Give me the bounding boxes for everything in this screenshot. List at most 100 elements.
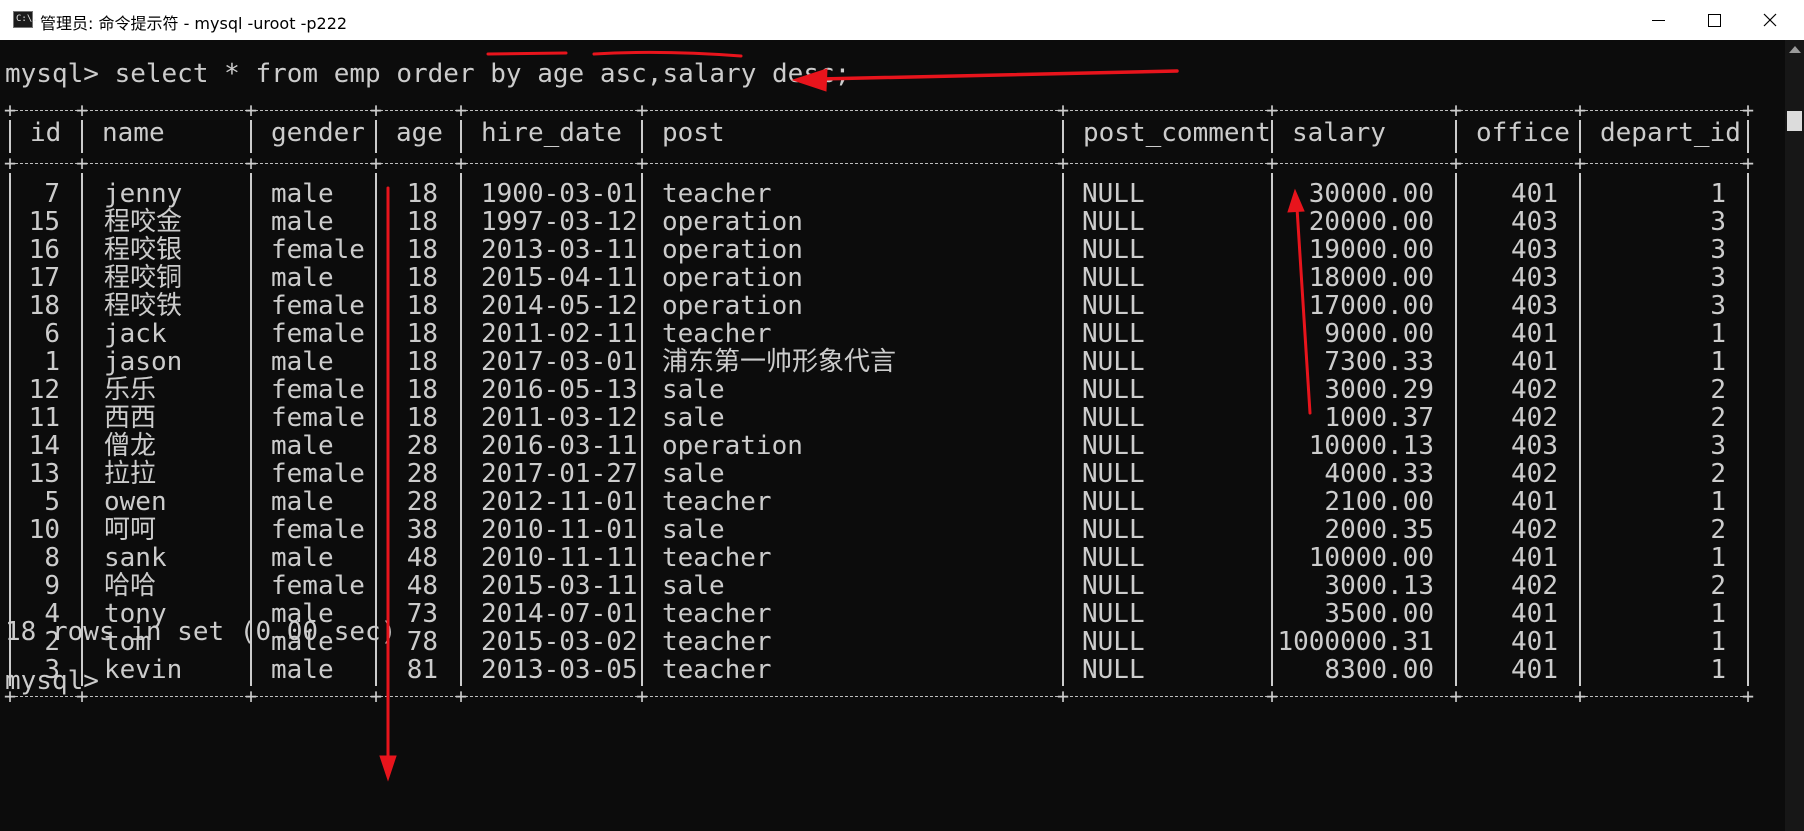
cell-salary: 9000.00 bbox=[1324, 319, 1434, 349]
cell-depart-id: 1 bbox=[1710, 627, 1726, 657]
cell-gender: male bbox=[271, 207, 334, 237]
cell-post: teacher bbox=[662, 319, 772, 349]
cell-id: 6 bbox=[44, 319, 60, 349]
cell-age: 18 bbox=[406, 375, 438, 405]
scrollbar-thumb[interactable] bbox=[1787, 111, 1802, 131]
cell-salary: 4000.33 bbox=[1324, 459, 1434, 489]
table-border-pipe bbox=[375, 173, 377, 686]
cell-post-comment: NULL bbox=[1082, 375, 1145, 405]
cell-hire-date: 2011-03-12 bbox=[481, 403, 638, 433]
table-border-corner: + bbox=[370, 151, 383, 175]
column-header-gender: gender bbox=[271, 118, 365, 148]
table-border-corner: + bbox=[1742, 98, 1755, 122]
cell-depart-id: 1 bbox=[1710, 543, 1726, 573]
cell-hire-date: 2013-03-11 bbox=[481, 235, 638, 265]
cell-name: 程咬银 bbox=[104, 235, 183, 265]
window-title: 管理员: 命令提示符 - mysql -uroot -p222 bbox=[40, 14, 348, 33]
cell-hire-date: 2015-04-11 bbox=[481, 263, 638, 293]
cell-salary: 19000.00 bbox=[1308, 235, 1434, 265]
cell-depart-id: 2 bbox=[1710, 375, 1726, 405]
table-border-pipe bbox=[1271, 120, 1273, 153]
cell-id: 7 bbox=[44, 179, 60, 209]
cell-hire-date: 2016-05-13 bbox=[481, 375, 638, 405]
cell-name: jason bbox=[104, 347, 183, 377]
table-border-corner: + bbox=[245, 684, 258, 708]
table-border-pipe bbox=[250, 173, 252, 686]
cell-office: 401 bbox=[1511, 655, 1558, 685]
title-bar[interactable]: C:\. 管理员: 命令提示符 - mysql -uroot -p222 bbox=[0, 0, 1804, 41]
cell-depart-id: 1 bbox=[1710, 179, 1726, 209]
cell-hire-date: 2010-11-01 bbox=[481, 515, 638, 545]
cell-name: 哈哈 bbox=[104, 571, 157, 601]
cell-gender: female bbox=[271, 291, 365, 321]
column-header-post-comment: post_comment bbox=[1083, 118, 1271, 148]
cell-office: 402 bbox=[1511, 459, 1558, 489]
cell-hire-date: 2010-11-11 bbox=[481, 543, 638, 573]
cell-office: 403 bbox=[1511, 263, 1558, 293]
terminal-output[interactable]: mysql> select * from emp order by age as… bbox=[0, 40, 1785, 831]
cell-name: 乐乐 bbox=[104, 375, 157, 405]
cell-depart-id: 2 bbox=[1710, 403, 1726, 433]
cell-gender: female bbox=[271, 571, 365, 601]
cell-post: teacher bbox=[662, 599, 772, 629]
cell-id: 16 bbox=[28, 235, 60, 265]
close-button[interactable] bbox=[1742, 0, 1798, 40]
cell-age: 18 bbox=[406, 235, 438, 265]
cell-name: owen bbox=[104, 487, 167, 517]
cell-depart-id: 1 bbox=[1710, 319, 1726, 349]
table-border-pipe bbox=[250, 120, 252, 153]
column-header-id: id bbox=[30, 118, 62, 148]
cell-post: 浦东第一帅形象代言 bbox=[662, 347, 897, 377]
cell-hire-date: 2017-03-01 bbox=[481, 347, 638, 377]
cell-name: 拉拉 bbox=[104, 459, 157, 489]
vertical-scrollbar[interactable] bbox=[1785, 40, 1804, 831]
cell-depart-id: 3 bbox=[1710, 431, 1726, 461]
table-border-pipe bbox=[1455, 173, 1457, 686]
cell-age: 28 bbox=[406, 431, 438, 461]
cell-name: sank bbox=[104, 543, 167, 573]
command-line: mysql> select * from emp order by age as… bbox=[5, 59, 851, 89]
column-header-name: name bbox=[102, 118, 165, 148]
column-header-depart-id: depart_id bbox=[1600, 118, 1741, 148]
cell-post-comment: NULL bbox=[1082, 319, 1145, 349]
cell-id: 12 bbox=[28, 375, 60, 405]
cell-salary: 3500.00 bbox=[1324, 599, 1434, 629]
cell-age: 48 bbox=[406, 543, 438, 573]
cell-gender: male bbox=[271, 347, 334, 377]
cell-hire-date: 2013-03-05 bbox=[481, 655, 638, 685]
cell-hire-date: 2015-03-11 bbox=[481, 571, 638, 601]
table-border-corner: + bbox=[1742, 151, 1755, 175]
cell-gender: male bbox=[271, 655, 334, 685]
cell-office: 402 bbox=[1511, 571, 1558, 601]
cell-post: sale bbox=[662, 375, 725, 405]
cell-name: kevin bbox=[104, 655, 183, 685]
maximize-button[interactable] bbox=[1686, 0, 1742, 40]
column-header-post: post bbox=[662, 118, 725, 148]
cell-post: teacher bbox=[662, 487, 772, 517]
cell-office: 401 bbox=[1511, 347, 1558, 377]
cell-age: 18 bbox=[406, 347, 438, 377]
cell-post-comment: NULL bbox=[1082, 487, 1145, 517]
cell-gender: female bbox=[271, 375, 365, 405]
cell-office: 403 bbox=[1511, 235, 1558, 265]
cell-gender: female bbox=[271, 403, 365, 433]
cell-post: teacher bbox=[662, 179, 772, 209]
minimize-button[interactable] bbox=[1630, 0, 1686, 40]
cell-salary: 1000000.31 bbox=[1277, 627, 1434, 657]
cell-hire-date: 2011-02-11 bbox=[481, 319, 638, 349]
table-border-line bbox=[10, 163, 1748, 164]
cell-depart-id: 1 bbox=[1710, 655, 1726, 685]
cell-depart-id: 1 bbox=[1710, 487, 1726, 517]
cell-post-comment: NULL bbox=[1082, 543, 1145, 573]
column-header-hire-date: hire_date bbox=[481, 118, 622, 148]
cell-gender: male bbox=[271, 179, 334, 209]
maximize-icon bbox=[1707, 13, 1721, 27]
table-border-pipe bbox=[460, 173, 462, 686]
cell-hire-date: 2014-07-01 bbox=[481, 599, 638, 629]
cell-name: jack bbox=[104, 319, 167, 349]
cell-salary: 2100.00 bbox=[1324, 487, 1434, 517]
scroll-up-icon[interactable] bbox=[1789, 46, 1801, 53]
cell-name: 程咬铜 bbox=[104, 263, 183, 293]
cell-post: teacher bbox=[662, 627, 772, 657]
cell-gender: male bbox=[271, 543, 334, 573]
